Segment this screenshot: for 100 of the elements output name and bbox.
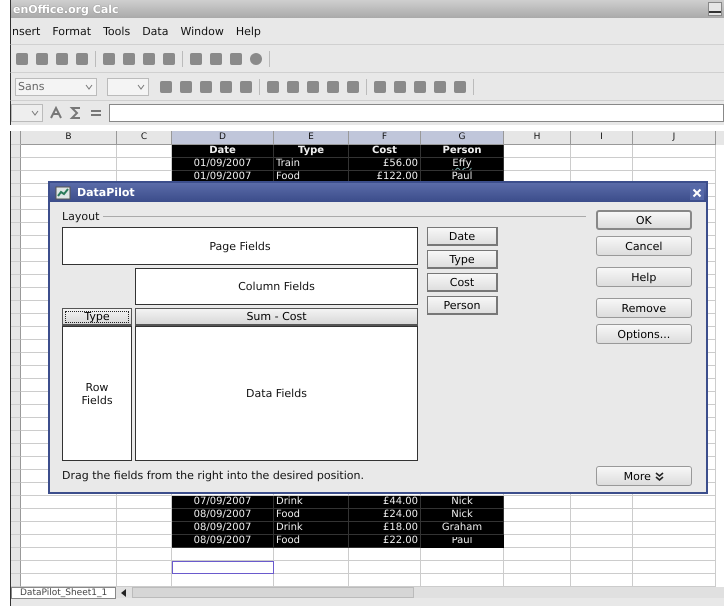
row-header[interactable] [11, 548, 21, 561]
drop-area[interactable]: Page Fields [62, 227, 418, 265]
menu-item[interactable]: Help [234, 24, 262, 38]
row-header[interactable] [11, 236, 21, 249]
toolbar-icon[interactable] [286, 80, 300, 94]
field-button[interactable]: Cost [427, 273, 498, 292]
dialog-button[interactable]: Cancel [596, 236, 692, 256]
row-header[interactable] [11, 249, 21, 262]
field-button[interactable]: Sum - Cost [135, 308, 418, 326]
menu-item[interactable]: nsert [11, 24, 42, 38]
drop-area[interactable]: Column Fields [135, 268, 418, 305]
toolbar-icon[interactable] [209, 52, 223, 66]
row-header[interactable] [11, 509, 21, 522]
column-header[interactable]: D [172, 131, 274, 145]
column-header[interactable]: G [421, 131, 504, 145]
row-header[interactable] [11, 470, 21, 483]
toolbar-icon[interactable] [75, 52, 89, 66]
column-header[interactable]: E [274, 131, 349, 145]
row-header[interactable] [11, 314, 21, 327]
column-header[interactable]: I [571, 131, 633, 145]
drop-area[interactable]: Data Fields [135, 326, 418, 461]
column-header[interactable]: B [21, 131, 117, 145]
column-header[interactable]: C [117, 131, 172, 145]
toolbar-icon[interactable] [346, 80, 360, 94]
toolbar-icon[interactable] [122, 52, 136, 66]
toolbar-icon[interactable] [266, 80, 280, 94]
toolbar-icon[interactable] [55, 52, 69, 66]
field-button[interactable]: Person [427, 296, 498, 315]
toolbar-icon[interactable] [453, 80, 467, 94]
toolbar-icon[interactable] [239, 80, 253, 94]
horizontal-scrollbar[interactable] [132, 587, 414, 598]
toolbar-icon[interactable] [326, 80, 340, 94]
toolbar-icon[interactable] [159, 80, 173, 94]
row-header[interactable] [11, 522, 21, 535]
row-header[interactable] [11, 353, 21, 366]
toolbar-icon[interactable] [179, 80, 193, 94]
row-header[interactable] [11, 418, 21, 431]
row-header[interactable] [11, 561, 21, 574]
row-header[interactable] [11, 158, 21, 171]
corner-cell[interactable] [11, 131, 21, 145]
row-header[interactable] [11, 574, 21, 587]
toolbar-icon[interactable] [35, 52, 49, 66]
function-wizard-icon[interactable] [49, 106, 63, 120]
font-name-field[interactable]: Sans [15, 78, 97, 96]
column-header[interactable]: J [633, 131, 716, 145]
row-header[interactable] [11, 444, 21, 457]
toolbar-icon[interactable] [229, 52, 243, 66]
toolbar-icon[interactable] [393, 80, 407, 94]
toolbar-icon[interactable] [199, 80, 213, 94]
dialog-button[interactable]: Remove [596, 298, 692, 318]
row-header[interactable] [11, 288, 21, 301]
drop-area[interactable]: Row Fields [62, 326, 132, 461]
close-icon[interactable] [690, 186, 704, 200]
field-button[interactable]: Type [62, 308, 132, 326]
circle-icon[interactable] [249, 52, 263, 66]
formula-input[interactable] [109, 104, 724, 122]
row-header[interactable] [11, 496, 21, 509]
toolbar-icon[interactable] [306, 80, 320, 94]
font-size-field[interactable] [107, 78, 149, 96]
toolbar-icon[interactable] [433, 80, 447, 94]
sigma-icon[interactable] [69, 106, 83, 120]
row-header[interactable] [11, 184, 21, 197]
menu-item[interactable]: Format [51, 24, 92, 38]
row-header[interactable] [11, 301, 21, 314]
dialog-button[interactable]: Options... [596, 324, 692, 344]
row-header[interactable] [11, 405, 21, 418]
row-header[interactable] [11, 366, 21, 379]
sheet-tab[interactable]: DataPilot_Sheet1_1 [11, 586, 116, 598]
row-header[interactable] [11, 483, 21, 496]
row-header[interactable] [11, 457, 21, 470]
name-box[interactable] [11, 104, 43, 122]
row-header[interactable] [11, 145, 21, 158]
field-button[interactable]: Date [427, 227, 498, 246]
toolbar-icon[interactable] [15, 52, 29, 66]
toolbar-icon[interactable] [162, 52, 176, 66]
row-header[interactable] [11, 340, 21, 353]
more-button[interactable]: More [596, 466, 692, 486]
menu-item[interactable]: Tools [102, 24, 132, 38]
toolbar-icon[interactable] [102, 52, 116, 66]
column-header[interactable]: H [504, 131, 571, 145]
row-header[interactable] [11, 197, 21, 210]
row-header[interactable] [11, 379, 21, 392]
minimize-button[interactable] [708, 2, 722, 16]
row-header[interactable] [11, 275, 21, 288]
toolbar-icon[interactable] [189, 52, 203, 66]
field-button[interactable]: Type [427, 250, 498, 269]
toolbar-icon[interactable] [219, 80, 233, 94]
dialog-button[interactable]: Help [596, 267, 692, 287]
row-header[interactable] [11, 171, 21, 184]
dialog-button[interactable]: OK [596, 210, 692, 230]
menu-item[interactable]: Data [141, 24, 170, 38]
toolbar-icon[interactable] [413, 80, 427, 94]
row-header[interactable] [11, 431, 21, 444]
column-header[interactable]: F [349, 131, 421, 145]
row-header[interactable] [11, 327, 21, 340]
row-header[interactable] [11, 223, 21, 236]
row-header[interactable] [11, 392, 21, 405]
row-header[interactable] [11, 535, 21, 548]
toolbar-icon[interactable] [373, 80, 387, 94]
row-header[interactable] [11, 210, 21, 223]
